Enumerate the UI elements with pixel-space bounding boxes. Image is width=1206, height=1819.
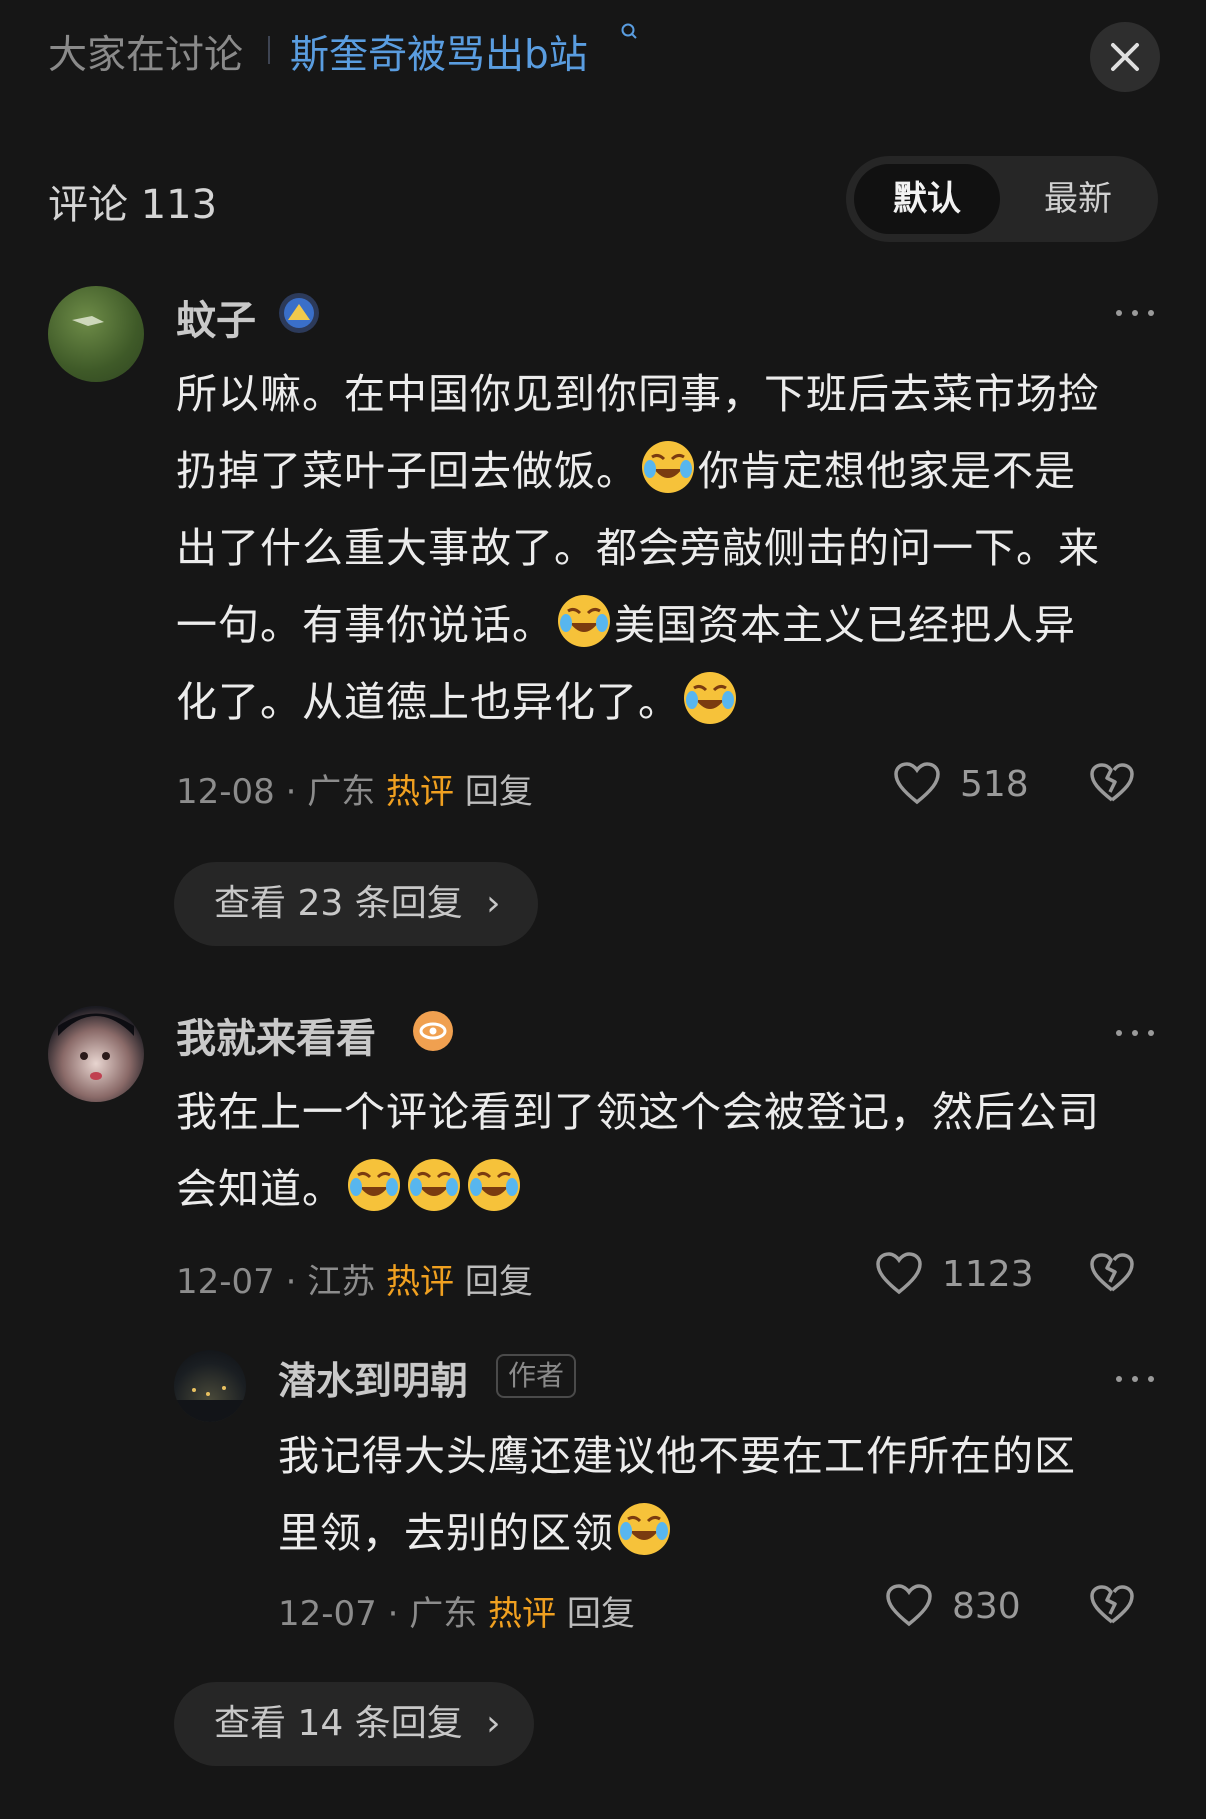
comment-meta: 12-07 · 江苏 热评 回复: [176, 1254, 533, 1303]
comment-text: 我在上一个评论看到了领这个会被登记，然后公司 会知道。: [176, 1074, 1166, 1228]
comment-line: 会知道。: [176, 1151, 1166, 1228]
comment-line: 一句。有事你说话。 美国资本主义已经把人异: [176, 587, 1166, 664]
comment-date: 12-07: [278, 1594, 377, 1634]
topic-divider: [268, 36, 270, 64]
view-replies-button[interactable]: 查看 14 条回复 ›: [174, 1682, 534, 1766]
broken-heart-icon[interactable]: [1088, 1582, 1136, 1630]
comment-item: 我就来看看 我在上一个评论看到了领这个会被登记，然后公司 会知道。 12-07 …: [0, 1002, 1206, 1802]
chevron-right-icon: ›: [486, 1703, 501, 1744]
laugh-cry-emoji: [348, 1159, 400, 1211]
laugh-cry-emoji: [618, 1503, 670, 1555]
more-options-icon[interactable]: [1116, 1374, 1156, 1384]
laugh-cry-emoji: [468, 1159, 520, 1211]
broken-heart-icon[interactable]: [1088, 760, 1136, 808]
reply-button[interactable]: 回复: [465, 772, 533, 812]
comment-line: 化了。从道德上也异化了。: [176, 664, 1166, 741]
username[interactable]: 我就来看看: [176, 1006, 376, 1064]
view-replies-button[interactable]: 查看 23 条回复 ›: [174, 862, 538, 946]
heart-icon: [894, 762, 940, 805]
like-count: 830: [952, 1586, 1021, 1627]
reply-button[interactable]: 回复: [465, 1262, 533, 1302]
meta-dot: ·: [387, 1594, 410, 1634]
sort-toggle: 默认 最新: [846, 156, 1158, 242]
level-badge-icon: [279, 293, 319, 333]
more-options-icon[interactable]: [1116, 308, 1156, 318]
comment-line: 所以嘛。在中国你见到你同事，下班后去菜市场捡: [176, 370, 1100, 418]
sort-default-tab[interactable]: 默认: [854, 164, 1000, 234]
sort-latest-tab[interactable]: 最新: [1006, 164, 1150, 234]
avatar[interactable]: [48, 286, 144, 382]
comment-date: 12-08: [176, 772, 275, 812]
comment-date: 12-07: [176, 1262, 275, 1302]
topic-bar: 大家在讨论 斯奎奇被骂出b站: [0, 0, 1206, 120]
like-button[interactable]: 830: [884, 1582, 1024, 1632]
heart-icon: [876, 1252, 922, 1295]
comment-text: 所以嘛。在中国你见到你同事，下班后去菜市场捡 扔掉了菜叶子回去做饭。 你肯定想他家…: [176, 356, 1166, 741]
hot-comment-tag: 热评: [386, 1262, 455, 1302]
broken-heart-icon[interactable]: [1088, 1250, 1136, 1298]
close-button[interactable]: [1090, 22, 1160, 92]
laugh-cry-emoji: [684, 672, 736, 724]
topic-link[interactable]: 斯奎奇被骂出b站: [290, 24, 588, 80]
laugh-cry-emoji: [558, 595, 610, 647]
chevron-right-icon: ›: [486, 883, 501, 924]
comment-location: 江苏: [307, 1262, 376, 1302]
meta-dot: ·: [285, 1262, 308, 1302]
like-count: 1123: [942, 1254, 1034, 1295]
heart-icon: [886, 1584, 932, 1627]
comment-text: 我记得大头鹰还建议他不要在工作所在的区 里领，去别的区领: [278, 1418, 1158, 1572]
comment-line: 我记得大头鹰还建议他不要在工作所在的区: [278, 1432, 1076, 1480]
meta-dot: ·: [285, 772, 308, 812]
hot-comment-tag: 热评: [488, 1594, 557, 1634]
comment-location: 广东: [307, 772, 376, 812]
username[interactable]: 蚊子: [176, 288, 256, 346]
comment-meta: 12-08 · 广东 热评 回复: [176, 764, 533, 813]
search-icon[interactable]: [620, 22, 638, 40]
more-options-icon[interactable]: [1116, 1028, 1156, 1038]
comment-meta: 12-07 · 广东 热评 回复: [278, 1586, 635, 1635]
comments-count: 评论 113: [48, 182, 218, 228]
author-tag: 作者: [496, 1354, 577, 1398]
comment-line: 里领，去别的区领: [278, 1495, 1158, 1572]
like-button[interactable]: 518: [892, 760, 1029, 810]
username[interactable]: 潜水到明朝: [278, 1350, 468, 1405]
comment-item: 蚊子 所以嘛。在中国你见到你同事，下班后去菜市场捡 扔掉了菜叶子回去做饭。 你肯定…: [0, 280, 1206, 960]
comment-line: 出了什么重大事故了。都会旁敲侧击的问一下。来: [176, 524, 1100, 572]
hot-comment-tag: 热评: [386, 772, 455, 812]
comment-location: 广东: [409, 1594, 478, 1634]
comments-header: 评论 113 默认 最新: [0, 150, 1206, 250]
avatar[interactable]: [48, 1006, 144, 1102]
eye-badge-icon: [413, 1011, 453, 1051]
close-icon: [1111, 43, 1139, 71]
laugh-cry-emoji: [642, 441, 694, 493]
comment-line: 我在上一个评论看到了领这个会被登记，然后公司: [176, 1088, 1100, 1136]
topic-prefix: 大家在讨论: [48, 33, 244, 78]
reply-button[interactable]: 回复: [567, 1594, 635, 1634]
like-button[interactable]: 1123: [874, 1250, 1034, 1300]
laugh-cry-emoji: [408, 1159, 460, 1211]
like-count: 518: [960, 764, 1029, 805]
comment-line: 扔掉了菜叶子回去做饭。 你肯定想他家是不是: [176, 433, 1166, 510]
avatar[interactable]: [174, 1350, 246, 1422]
